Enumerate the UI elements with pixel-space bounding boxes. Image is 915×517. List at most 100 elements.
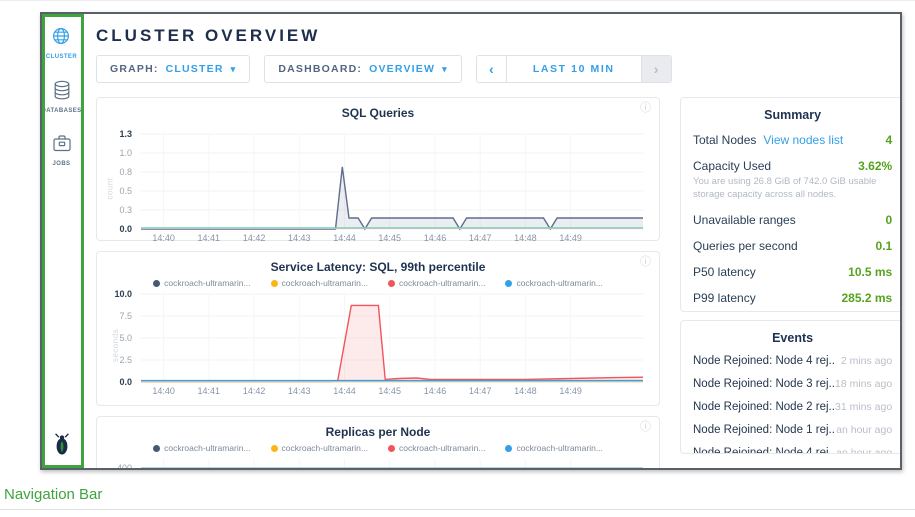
legend-label: cockroach-ultramarin... <box>516 278 602 288</box>
main-content: CLUSTER OVERVIEW GRAPH: CLUSTER ▾ DASHBO… <box>82 14 900 468</box>
chart-title: Replicas per Node <box>107 425 649 439</box>
legend-dot-icon <box>271 280 278 287</box>
legend-dot-icon <box>153 280 160 287</box>
time-window-selector: ‹ LAST 10 MIN › <box>476 55 672 83</box>
legend-item[interactable]: cockroach-ultramarin... <box>388 278 485 288</box>
summary-label: Queries per second <box>693 239 798 253</box>
database-icon <box>53 80 71 105</box>
dashboard-dropdown-value: OVERVIEW <box>369 63 435 75</box>
legend-item[interactable]: cockroach-ultramarin... <box>153 443 250 453</box>
app-window: CLUSTER DATABASES JOBS <box>40 12 902 470</box>
summary-label: Unavailable ranges <box>693 213 796 227</box>
x-axis-ticks: 14:4014:4114:4214:4314:4414:4514:4614:47… <box>141 385 643 399</box>
event-time: 31 mins ago <box>835 401 892 413</box>
info-icon[interactable]: ⓘ <box>640 257 651 268</box>
chart-card-service-latency: ⓘ Service Latency: SQL, 99th percentile … <box>96 251 660 406</box>
time-window-prev-button[interactable]: ‹ <box>477 56 507 82</box>
annotation-navigation-bar: Navigation Bar <box>4 486 102 503</box>
graph-dropdown-value: CLUSTER <box>166 63 224 75</box>
chevron-down-icon: ▾ <box>231 65 237 74</box>
sidebar-item-label: JOBS <box>53 161 71 167</box>
summary-row-unavailable-ranges: Unavailable ranges 0 <box>681 207 902 233</box>
chart-card-sql-queries: ⓘ SQL Queries count 0.00.30.50.81.01.3 1… <box>96 97 660 241</box>
event-row[interactable]: Node Rejoined: Node 4 rej... an hour ago <box>681 442 902 454</box>
summary-value: 4 <box>886 133 893 147</box>
legend-dot-icon <box>505 445 512 452</box>
events-title: Events <box>681 321 902 350</box>
info-icon[interactable]: ⓘ <box>640 422 651 433</box>
legend-dot-icon <box>271 445 278 452</box>
legend-label: cockroach-ultramarin... <box>164 278 250 288</box>
time-window-label[interactable]: LAST 10 MIN <box>507 56 641 82</box>
chart-title: Service Latency: SQL, 99th percentile <box>107 260 649 274</box>
page-title: CLUSTER OVERVIEW <box>96 26 884 46</box>
event-row[interactable]: Node Rejoined: Node 1 rej... an hour ago <box>681 419 902 442</box>
chart-plot-area: seconds 0.02.55.07.510.0 14:4014:4114:42… <box>107 294 649 399</box>
sidebar-item-cluster[interactable]: CLUSTER <box>46 26 77 60</box>
legend-label: cockroach-ultramarin... <box>399 278 485 288</box>
legend-item[interactable]: cockroach-ultramarin... <box>505 278 602 288</box>
chart-card-replicas-per-node: ⓘ Replicas per Node cockroach-ultramarin… <box>96 416 660 470</box>
summary-panel: Summary Total Nodes View nodes list 4 Ca… <box>680 97 902 312</box>
toolbar: GRAPH: CLUSTER ▾ DASHBOARD: OVERVIEW ▾ ‹… <box>96 55 884 83</box>
summary-label: Capacity Used <box>693 159 771 173</box>
event-time: an hour ago <box>836 424 892 436</box>
summary-label: P99 latency <box>693 291 756 305</box>
page-bottom-divider <box>0 509 915 510</box>
sidebar-item-databases[interactable]: DATABASES <box>41 80 81 114</box>
cockroachdb-logo[interactable] <box>50 431 74 462</box>
dashboard-dropdown-label: DASHBOARD: <box>278 63 362 75</box>
legend-dot-icon <box>153 445 160 452</box>
chart-plot[interactable] <box>141 459 643 470</box>
legend-dot-icon <box>388 280 395 287</box>
sidebar-item-label: CLUSTER <box>46 54 77 60</box>
event-row[interactable]: Node Rejoined: Node 4 rej... 2 mins ago <box>681 350 902 373</box>
legend-label: cockroach-ultramarin... <box>516 443 602 453</box>
chart-plot-area: 400 14:4014:4114:4214:4314:4414:4514:461… <box>107 459 649 470</box>
page-top-divider <box>0 0 915 1</box>
event-time: 2 mins ago <box>841 355 892 367</box>
legend-label: cockroach-ultramarin... <box>164 443 250 453</box>
summary-row-p99-latency: P99 latency 285.2 ms <box>681 285 902 311</box>
legend-item[interactable]: cockroach-ultramarin... <box>271 443 368 453</box>
graph-dropdown[interactable]: GRAPH: CLUSTER ▾ <box>96 55 250 83</box>
briefcase-icon <box>52 134 72 158</box>
event-text: Node Rejoined: Node 1 rej... <box>693 424 835 436</box>
summary-value: 285.2 ms <box>841 291 892 305</box>
summary-value: 3.62% <box>858 159 892 173</box>
chart-legend: cockroach-ultramarin... cockroach-ultrama… <box>107 443 649 453</box>
legend-item[interactable]: cockroach-ultramarin... <box>153 278 250 288</box>
legend-item[interactable]: cockroach-ultramarin... <box>388 443 485 453</box>
chevron-left-icon: ‹ <box>489 61 494 77</box>
summary-row-total-nodes: Total Nodes View nodes list 4 <box>681 127 902 153</box>
time-window-next-button[interactable]: › <box>641 56 671 82</box>
legend-item[interactable]: cockroach-ultramarin... <box>505 443 602 453</box>
capacity-used-subtext: You are using 26.8 GiB of 742.0 GiB usab… <box>681 175 902 207</box>
view-nodes-list-link[interactable]: View nodes list <box>763 133 843 147</box>
event-text: Node Rejoined: Node 3 rej... <box>693 378 835 390</box>
chart-plot[interactable] <box>141 134 643 229</box>
info-icon[interactable]: ⓘ <box>640 103 651 114</box>
summary-label: P50 latency <box>693 265 756 279</box>
event-row[interactable]: Node Rejoined: Node 2 rej... 31 mins ago <box>681 396 902 419</box>
y-axis-ticks: 0.00.30.50.81.01.3 <box>107 134 135 246</box>
summary-value: 0.1 <box>876 239 893 253</box>
charts-column: ⓘ SQL Queries count 0.00.30.50.81.01.3 1… <box>96 97 660 454</box>
navigation-bar: CLUSTER DATABASES JOBS <box>42 14 82 468</box>
event-row[interactable]: Node Rejoined: Node 3 rej... 18 mins ago <box>681 373 902 396</box>
legend-item[interactable]: cockroach-ultramarin... <box>271 278 368 288</box>
dashboard-content: ⓘ SQL Queries count 0.00.30.50.81.01.3 1… <box>96 97 884 454</box>
chevron-right-icon: › <box>654 61 659 77</box>
right-column: Summary Total Nodes View nodes list 4 Ca… <box>680 97 902 454</box>
event-text: Node Rejoined: Node 4 rej... <box>693 355 835 367</box>
legend-label: cockroach-ultramarin... <box>282 278 368 288</box>
y-axis-ticks: 400 <box>107 459 135 470</box>
dashboard-dropdown[interactable]: DASHBOARD: OVERVIEW ▾ <box>264 55 461 83</box>
event-text: Node Rejoined: Node 4 rej... <box>693 447 835 454</box>
legend-label: cockroach-ultramarin... <box>282 443 368 453</box>
chart-title: SQL Queries <box>107 106 649 120</box>
chart-plot[interactable] <box>141 294 643 382</box>
sidebar-item-jobs[interactable]: JOBS <box>52 134 72 167</box>
summary-row-p50-latency: P50 latency 10.5 ms <box>681 259 902 285</box>
event-time: an hour ago <box>836 447 892 454</box>
